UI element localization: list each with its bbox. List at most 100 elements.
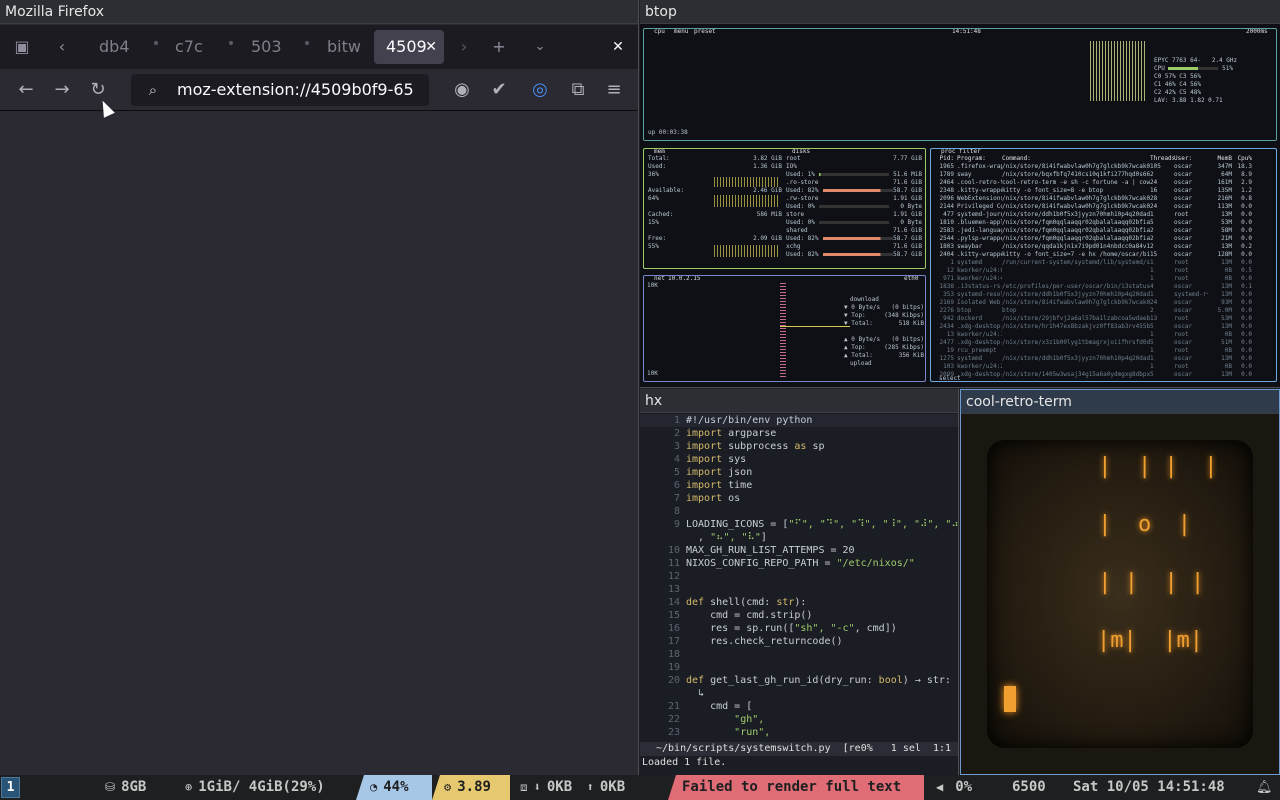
proc-row[interactable]: 1810.bluemen-applet/nix/store/fqm0qqlaaq… [934, 219, 1274, 227]
memory-segment: ⊕ 1GiB/ 4GiB(29%) [185, 775, 325, 800]
menu-icon[interactable]: ≡ [602, 78, 626, 102]
url-text[interactable]: moz-extension://4509b0f9-65 [177, 74, 414, 106]
code-line[interactable]: 13 [640, 583, 958, 596]
upload-icon: ⬆ [586, 780, 594, 794]
firefox-view-icon[interactable]: ▣ [10, 31, 34, 63]
code-line[interactable]: 6 import time [640, 479, 958, 492]
code-line[interactable]: 8 [640, 505, 958, 518]
account-icon[interactable]: ◉ [450, 78, 474, 102]
code-line[interactable]: 19 [640, 661, 958, 674]
extension-check-icon[interactable]: ✔ [487, 78, 511, 102]
code-line[interactable]: 7 import os [640, 492, 958, 505]
proc-row[interactable]: 13kworker/u24:1-ev1root0B0.0 [934, 331, 1274, 339]
proc-row[interactable]: 2404.kitty-wrappedkitty -o font_size=7 -… [934, 251, 1274, 259]
proc-row[interactable]: 2096 WebExtensions/nix/store/8i4ifwabvlaw… [934, 195, 1274, 203]
proc-row[interactable]: 2477.xdg-desktop-po/nix/store/x3z1b00lyg… [934, 339, 1274, 347]
proc-row[interactable]: 2544.pylsp-wrapped/nix/store/fqm0qqlaaqq… [934, 235, 1274, 243]
proc-row[interactable]: 353systemd-resolve/nix/store/ddh1b0f5x3j… [934, 291, 1274, 299]
line-number: 6 [673, 480, 680, 491]
code-line[interactable]: 11 NIXOS_CONFIG_REPO_PATH = "/etc/nixos/" [640, 557, 958, 570]
menu-label[interactable]: menu [672, 29, 691, 35]
window-title: btop [640, 0, 1280, 24]
memory-icon: ⊕ [185, 780, 193, 794]
extensions-icon[interactable]: ⧉ [566, 78, 590, 102]
tab-active[interactable]: 4509 ✕ [374, 30, 444, 64]
preset-label[interactable]: preset [692, 29, 718, 35]
code-line[interactable]: 9 LOADING_ICONS = ["⠋", "⠙", "⠹", "⠸", "⠼… [640, 518, 958, 531]
proc-row[interactable]: 19 rcu_preempt 1 root 0B 0.0 [934, 347, 1274, 355]
mem-free-graph [714, 245, 779, 257]
close-window-icon[interactable]: ✕ [606, 31, 630, 63]
filter-label[interactable]: filter [957, 149, 983, 155]
tab-scroll-left-icon[interactable]: ‹ [50, 31, 74, 63]
notification-bell-icon[interactable]: 🔔︎ [1256, 775, 1273, 800]
proc-row[interactable]: 1789 sway/nix/store/bqxfbfq7410cs10q1kfi2… [934, 171, 1274, 179]
proc-row[interactable]: 2583.jedi-language-/nix/store/fqm0qqlaaq… [934, 227, 1274, 235]
tab-4[interactable]: bitw [315, 30, 363, 64]
code-line[interactable]: 21 cmd = [ [640, 700, 958, 713]
proc-row[interactable]: 1803 swaybar/nix/store/qqda1kjn1x7i9pd01n… [934, 243, 1274, 251]
code-line[interactable]: 12 [640, 570, 958, 583]
net-stats: download ▼ 0 Byte/s (0 bitps) ▼ Top: (348 … [844, 296, 924, 367]
refresh-rate[interactable]: 2000ms [1244, 29, 1270, 35]
code-line[interactable]: ↳ [640, 687, 958, 700]
code-line[interactable]: 3 import subprocess as sp [640, 440, 958, 453]
code-text: cmd = cmd.strip() [686, 610, 813, 621]
net-iface[interactable]: eth0 [902, 276, 921, 282]
code-line[interactable]: 1 #!/usr/bin/env python [640, 414, 958, 427]
code-line[interactable]: 4 import sys [640, 453, 958, 466]
proc-row[interactable]: 477systemd-journal/nix/store/ddh1b0f5x3j… [934, 211, 1274, 219]
code-line[interactable]: 5 import json [640, 466, 958, 479]
hx-window: hx 1 #!/usr/bin/env python 2 import argpars… [640, 389, 959, 775]
crt-screen[interactable]: | | | | | o | | | | | |m| |m| [987, 440, 1253, 748]
close-tab-icon[interactable]: ✕ [425, 30, 437, 64]
proc-row[interactable]: 2434.xdg-desktop-po/nix/store/hr1h47ex8b… [934, 323, 1274, 331]
code-line[interactable]: 10 MAX_GH_RUN_LIST_ATTEMPS = 20 [640, 544, 958, 557]
list-tabs-icon[interactable]: ⌄ [528, 31, 552, 63]
proc-row[interactable]: 2348.kitty-wrappedkitty -o font_size=8 -… [934, 187, 1274, 195]
proc-row[interactable]: 971kworker/u24:4-ev1root0B0.0 [934, 275, 1274, 283]
proc-row[interactable]: 103kworker/u24:2-ev1root0B0.0 [934, 363, 1274, 371]
back-icon[interactable]: ← [14, 78, 38, 102]
select-label[interactable]: select [939, 375, 961, 381]
tab-scroll-right-icon[interactable]: › [452, 31, 476, 63]
tab-2[interactable]: c7c [163, 30, 211, 64]
proc-row[interactable]: 2099.xdg-desktop-po/nix/store/1405w3wsaj… [934, 371, 1274, 379]
proc-row[interactable]: 942 dockerd/nix/store/29jbfvj2a6al57ba1lz… [934, 315, 1274, 323]
workspace-1[interactable]: 1 [1, 777, 20, 798]
bitwarden-icon[interactable]: ◎ [528, 78, 552, 102]
proc-row[interactable]: 2169Isolated Web Co/nix/store/8i4ifwabvl… [934, 299, 1274, 307]
forward-icon[interactable]: → [50, 78, 74, 102]
proc-row[interactable]: 2144Privileged Cont/nix/store/8i4ifwabvl… [934, 203, 1274, 211]
proc-row[interactable]: 1275 systemd/nix/store/ddh1b0f5x3jyyzn70h… [934, 355, 1274, 363]
disk-row: root 7.77 GiB [786, 155, 922, 162]
proc-row[interactable]: 1838.i3status-rs-wr/etc/profiles/per-use… [934, 283, 1274, 291]
editor-body[interactable]: 1 #!/usr/bin/env python 2 import argparse 3 i… [640, 414, 958, 744]
code-line[interactable]: , "⠦", "⠧"] [640, 531, 958, 544]
proc-row[interactable]: 2464.cool-retro-tercool-retro-term -e sh… [934, 179, 1274, 187]
new-tab-icon[interactable]: + [487, 31, 511, 63]
tab-3[interactable]: 503 [239, 30, 287, 64]
code-line[interactable]: 18 [640, 648, 958, 661]
line-number: 12 [667, 571, 680, 582]
volume-segment[interactable]: ◀ 0% [936, 775, 972, 800]
proc-row[interactable]: 1 systemd/run/current-system/systemd/lib/… [934, 259, 1274, 267]
code-line[interactable]: 23 "run", [640, 726, 958, 739]
tab-1[interactable]: db4 [87, 30, 137, 64]
cpu-box: cpu menu preset 14:51:48 2000ms EPYC 776… [643, 28, 1277, 141]
window-title: hx [640, 389, 958, 413]
code-line[interactable]: 2 import argparse [640, 427, 958, 440]
code-line[interactable]: 22 "gh", [640, 713, 958, 726]
disk-row: IO% [786, 163, 797, 170]
url-bar[interactable]: ⌕ moz-extension://4509b0f9-65 [131, 74, 429, 106]
proc-row[interactable]: 12kworker/u24:0-ev1root0B0.5 [934, 267, 1274, 275]
code-line[interactable]: 14 def shell(cmd: str): [640, 596, 958, 609]
page-content[interactable] [0, 111, 638, 775]
code-line[interactable]: 16 res = sp.run(["sh", "-c", cmd]) [640, 622, 958, 635]
line-number: 16 [667, 623, 680, 634]
proc-row[interactable]: 2276 btop btop 2 oscar 5.0M 0.0 [934, 307, 1274, 315]
code-line[interactable]: 17 res.check_returncode() [640, 635, 958, 648]
code-line[interactable]: 20 def get_last_gh_run_id(dry_run: bool) … [640, 674, 958, 687]
proc-row[interactable]: 1965.firefox-wrappe/nix/store/8i4ifwabvl… [934, 163, 1274, 171]
code-line[interactable]: 15 cmd = cmd.strip() [640, 609, 958, 622]
